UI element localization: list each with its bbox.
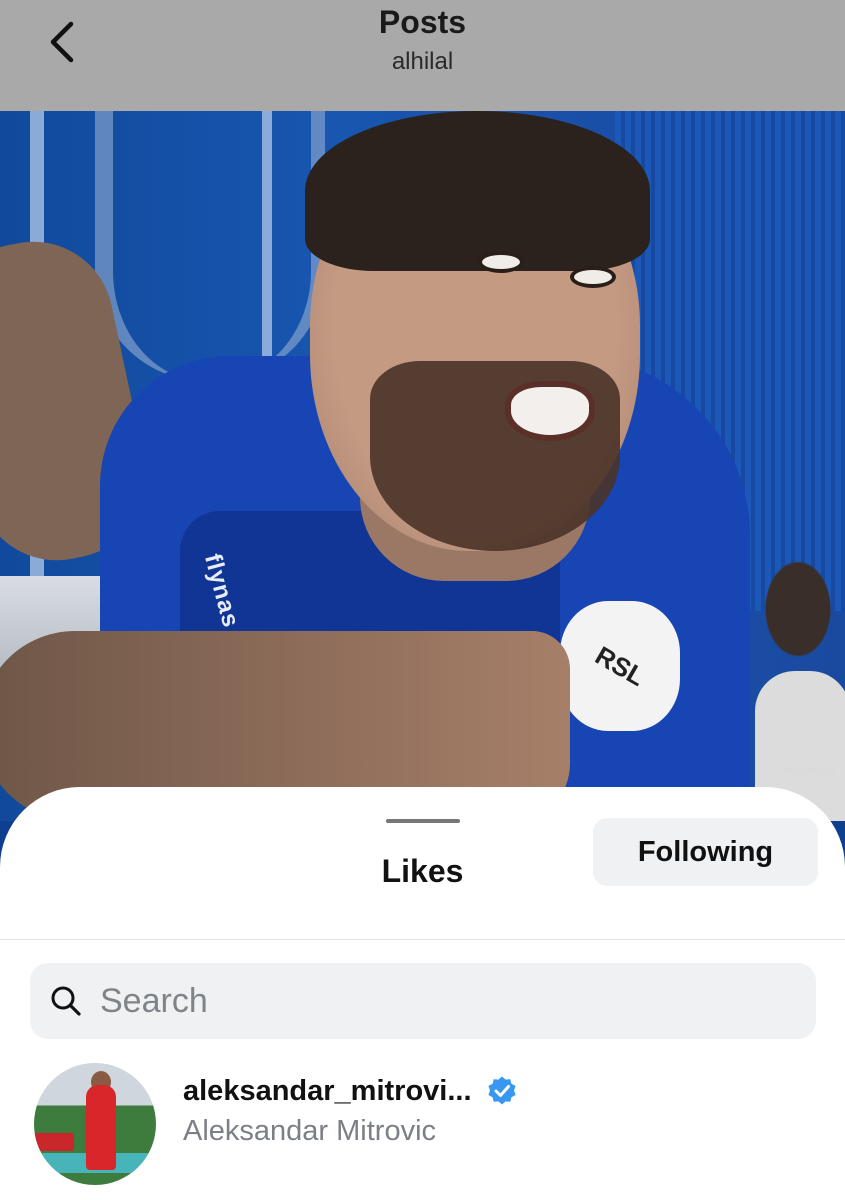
avatar[interactable]: [34, 1063, 156, 1185]
avatar-background: [34, 1133, 74, 1151]
player-eye: [478, 251, 524, 273]
watermark: Hilalstuff: [783, 763, 835, 777]
search-input[interactable]: [100, 963, 790, 1039]
search-icon: [51, 986, 81, 1016]
screen: Posts alhilal flynas RSL Hilalstuff Like…: [0, 0, 845, 1200]
username-group[interactable]: aleksandar_mitrovi...: [183, 1069, 518, 1113]
search-bar[interactable]: [30, 963, 816, 1039]
wall-logo: [95, 111, 325, 381]
league-badge: RSL: [560, 601, 680, 731]
post-photo[interactable]: flynas RSL Hilalstuff: [0, 111, 845, 821]
player-hair: [305, 111, 650, 271]
full-name: Aleksandar Mitrovic: [183, 1115, 437, 1147]
verified-badge-icon: [487, 1076, 516, 1105]
following-button[interactable]: Following: [593, 818, 818, 886]
league-badge-text: RSL: [590, 639, 651, 692]
page-title: Posts: [378, 4, 467, 40]
player-eye: [570, 266, 616, 288]
account-name: alhilal: [391, 48, 454, 75]
divider: [0, 939, 845, 940]
list-item[interactable]: aleksandar_mitrovi... Aleksandar Mitrovi…: [0, 1059, 845, 1199]
sheet-grabber[interactable]: [386, 819, 460, 823]
background-person-head: [748, 561, 845, 681]
username[interactable]: aleksandar_mitrovi...: [183, 1075, 472, 1108]
post-header: Posts alhilal: [0, 0, 845, 111]
avatar-player: [86, 1085, 116, 1170]
player-mouth: [505, 381, 595, 441]
